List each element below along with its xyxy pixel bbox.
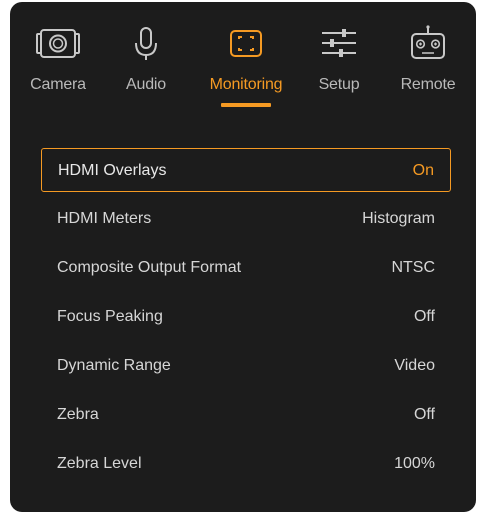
setting-row-focus-peaking[interactable]: Focus Peaking Off — [41, 295, 451, 339]
setting-name: HDMI Overlays — [58, 162, 167, 179]
remote-control-icon — [411, 25, 445, 59]
setting-name: Zebra Level — [57, 455, 142, 472]
sliders-icon — [322, 29, 356, 57]
setting-value: 100% — [394, 455, 435, 472]
monitoring-settings-panel: Camera Audio Monitoring Setup Remote HDM… — [10, 2, 476, 512]
tab-label-setup: Setup — [318, 76, 360, 93]
setting-row-zebra[interactable]: Zebra Off — [41, 393, 451, 437]
setting-row-hdmi-meters[interactable]: HDMI Meters Histogram — [41, 197, 451, 241]
setting-value: Video — [394, 357, 435, 374]
setting-value: Histogram — [362, 210, 435, 227]
tab-monitoring[interactable]: Monitoring — [201, 2, 291, 122]
setting-value: Off — [413, 406, 435, 423]
setting-row-zebra-level[interactable]: Zebra Level 100% — [41, 442, 451, 486]
setting-value: NTSC — [391, 259, 435, 276]
tab-audio[interactable]: Audio — [101, 2, 191, 122]
camera-icon — [36, 29, 80, 58]
setting-name: Dynamic Range — [57, 357, 171, 374]
tab-camera[interactable]: Camera — [13, 2, 103, 122]
setting-row-composite-output-format[interactable]: Composite Output Format NTSC — [41, 246, 451, 290]
tab-label-remote: Remote — [400, 76, 456, 93]
tab-remote[interactable]: Remote — [383, 2, 473, 122]
setting-value: Off — [413, 308, 435, 325]
tab-label-monitoring: Monitoring — [209, 76, 283, 93]
tab-label-camera: Camera — [30, 76, 86, 93]
setting-row-hdmi-overlays[interactable]: HDMI Overlays On — [41, 148, 451, 192]
tab-setup[interactable]: Setup — [294, 2, 384, 122]
tab-label-audio: Audio — [126, 76, 166, 93]
setting-name: HDMI Meters — [57, 210, 152, 227]
setting-name: Composite Output Format — [57, 259, 242, 276]
tab-bar: Camera Audio Monitoring Setup Remote — [10, 2, 476, 122]
active-tab-underline — [221, 103, 271, 107]
monitoring-frame-icon — [230, 30, 262, 57]
setting-value: On — [412, 162, 434, 179]
microphone-icon — [135, 27, 157, 60]
setting-name: Zebra — [57, 406, 99, 423]
setting-name: Focus Peaking — [57, 308, 163, 325]
setting-row-dynamic-range[interactable]: Dynamic Range Video — [41, 344, 451, 388]
